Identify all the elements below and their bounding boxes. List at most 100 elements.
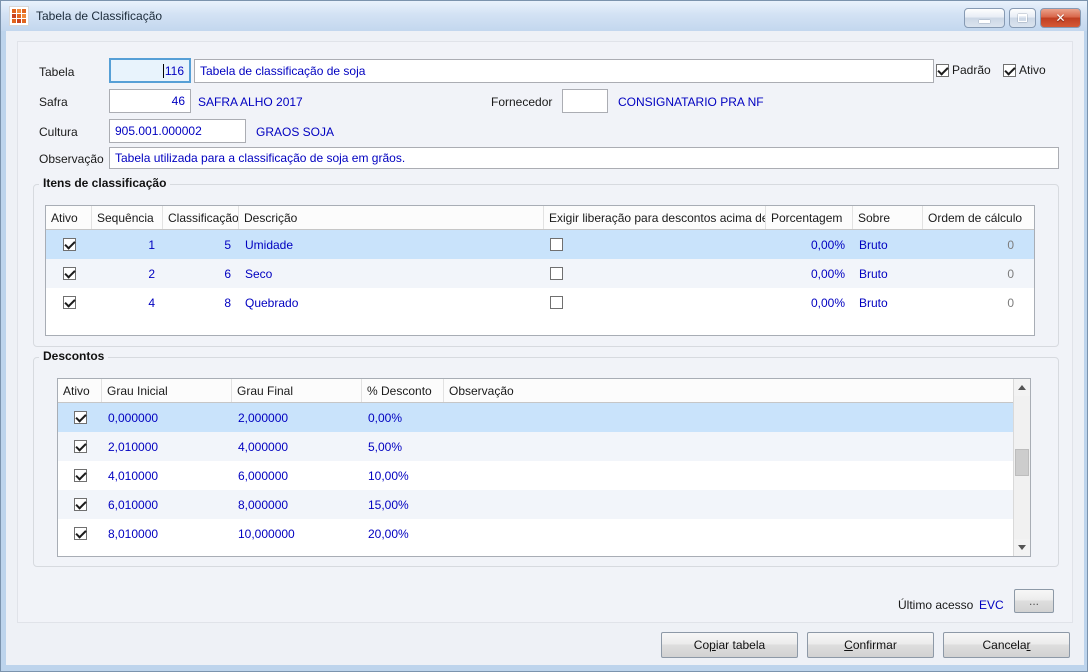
cell-desconto: 10,00% bbox=[368, 468, 409, 483]
padrao-checkbox-row: Padrão bbox=[936, 63, 991, 77]
col-descricao[interactable]: Descrição bbox=[239, 206, 544, 229]
col-porcentagem[interactable]: Porcentagem bbox=[766, 206, 853, 229]
cell-grau-inicial: 8,010000 bbox=[108, 526, 159, 541]
cultura-code-input[interactable]: 905.001.000002 bbox=[109, 119, 246, 143]
close-icon: ✕ bbox=[1055, 11, 1066, 25]
cell-descricao: Quebrado bbox=[245, 295, 299, 310]
ativo-checkbox[interactable] bbox=[73, 498, 87, 511]
cell-ordem: 0 bbox=[1007, 295, 1014, 310]
safra-description: SAFRA ALHO 2017 bbox=[198, 95, 303, 109]
cell-sobre: Bruto bbox=[859, 237, 888, 252]
col-classificacao[interactable]: Classificação bbox=[163, 206, 239, 229]
cell-porcentagem: 0,00% bbox=[810, 237, 845, 252]
observacao-label: Observação bbox=[39, 152, 104, 166]
chevron-down-icon bbox=[1018, 545, 1026, 550]
ultimo-acesso-label: Último acesso bbox=[898, 598, 974, 612]
fornecedor-description: CONSIGNATARIO PRA NF bbox=[618, 95, 764, 109]
more-button[interactable]: ... bbox=[1014, 589, 1054, 613]
maximize-button[interactable] bbox=[1009, 8, 1036, 28]
col-ativo[interactable]: Ativo bbox=[58, 379, 102, 402]
ativo-checkbox[interactable] bbox=[73, 411, 87, 424]
scrollbar-thumb[interactable] bbox=[1015, 449, 1029, 476]
confirmar-button[interactable]: Confirmar bbox=[807, 632, 934, 658]
table-row[interactable]: 4,010000 6,000000 10,00% bbox=[58, 461, 1013, 490]
cultura-label: Cultura bbox=[39, 125, 78, 139]
vertical-scrollbar[interactable] bbox=[1013, 379, 1030, 556]
table-row[interactable]: 2,010000 4,000000 5,00% bbox=[58, 432, 1013, 461]
scroll-up-button[interactable] bbox=[1014, 379, 1030, 396]
col-ativo[interactable]: Ativo bbox=[46, 206, 92, 229]
col-sequencia[interactable]: Sequência bbox=[92, 206, 163, 229]
exigir-checkbox[interactable] bbox=[550, 296, 563, 309]
table-row[interactable]: 0,000000 2,000000 0,00% bbox=[58, 403, 1013, 432]
cell-desconto: 0,00% bbox=[368, 410, 403, 425]
exigir-checkbox[interactable] bbox=[550, 238, 563, 251]
col-desconto[interactable]: % Desconto bbox=[362, 379, 444, 402]
padrao-label: Padrão bbox=[952, 63, 991, 77]
ativo-checkbox[interactable] bbox=[62, 238, 76, 251]
col-ordem[interactable]: Ordem de cálculo bbox=[923, 206, 1034, 229]
fornecedor-code-input[interactable] bbox=[562, 89, 608, 113]
chevron-up-icon bbox=[1018, 385, 1026, 390]
descontos-table: Ativo Grau Inicial Grau Final % Desconto… bbox=[57, 378, 1031, 557]
table-row[interactable]: 2 6 Seco 0,00% Bruto 0 bbox=[46, 259, 1034, 288]
col-observacao[interactable]: Observação bbox=[444, 379, 1013, 402]
cell-classificacao: 5 bbox=[224, 237, 231, 252]
text-caret bbox=[162, 63, 164, 78]
cell-classificacao: 6 bbox=[224, 266, 231, 281]
cell-desconto: 15,00% bbox=[368, 497, 409, 512]
tabela-code-input[interactable]: 116 bbox=[109, 58, 191, 83]
cell-grau-final: 8,000000 bbox=[238, 497, 289, 512]
cell-classificacao: 8 bbox=[224, 295, 231, 310]
cell-porcentagem: 0,00% bbox=[810, 295, 845, 310]
cell-sobre: Bruto bbox=[859, 295, 888, 310]
safra-label: Safra bbox=[39, 95, 68, 109]
cell-desconto: 20,00% bbox=[368, 526, 409, 541]
exigir-checkbox[interactable] bbox=[550, 267, 563, 280]
cultura-description: GRAOS SOJA bbox=[256, 125, 335, 139]
cell-ordem: 0 bbox=[1007, 237, 1014, 252]
table-row[interactable]: 6,010000 8,000000 15,00% bbox=[58, 490, 1013, 519]
close-button[interactable]: ✕ bbox=[1040, 8, 1081, 28]
scroll-down-button[interactable] bbox=[1014, 539, 1030, 556]
ativo-checkbox-row: Ativo bbox=[1003, 63, 1046, 77]
window-title: Tabela de Classificação bbox=[36, 9, 163, 23]
cancelar-button[interactable]: Cancelar bbox=[943, 632, 1070, 658]
descontos-table-header: Ativo Grau Inicial Grau Final % Desconto… bbox=[58, 379, 1013, 403]
cell-grau-inicial: 6,010000 bbox=[108, 497, 159, 512]
cell-sequencia: 2 bbox=[148, 266, 155, 281]
col-grau-final[interactable]: Grau Final bbox=[232, 379, 362, 402]
ativo-checkbox[interactable] bbox=[1003, 63, 1016, 77]
observacao-input[interactable]: Tabela utilizada para a classificação de… bbox=[109, 147, 1059, 169]
cell-grau-final: 6,000000 bbox=[238, 468, 289, 483]
table-row[interactable]: 1 5 Umidade 0,00% Bruto 0 bbox=[46, 230, 1034, 259]
table-row[interactable]: 8,010000 10,000000 20,00% bbox=[58, 519, 1013, 548]
cell-grau-final: 2,000000 bbox=[238, 410, 289, 425]
dialog-window: Tabela de Classificação ✕ Tabela 116 Tab… bbox=[0, 0, 1088, 672]
minimize-button[interactable] bbox=[964, 8, 1005, 28]
cell-sobre: Bruto bbox=[859, 266, 888, 281]
cell-descricao: Umidade bbox=[245, 237, 294, 252]
copiar-tabela-button[interactable]: Copiar tabela bbox=[661, 632, 798, 658]
col-exigir[interactable]: Exigir liberação para descontos acima de bbox=[544, 206, 766, 229]
col-sobre[interactable]: Sobre bbox=[853, 206, 923, 229]
cell-grau-inicial: 2,010000 bbox=[108, 439, 159, 454]
ativo-checkbox[interactable] bbox=[62, 296, 76, 309]
ativo-checkbox[interactable] bbox=[73, 440, 87, 453]
ativo-checkbox[interactable] bbox=[73, 469, 87, 482]
title-bar[interactable]: Tabela de Classificação ✕ bbox=[1, 1, 1087, 31]
col-grau-inicial[interactable]: Grau Inicial bbox=[102, 379, 232, 402]
safra-code-input[interactable]: 46 bbox=[109, 89, 191, 113]
ultimo-acesso-value: EVC bbox=[979, 598, 1004, 612]
tabela-description-input[interactable]: Tabela de classificação de soja bbox=[194, 59, 934, 83]
itens-table-header: Ativo Sequência Classificação Descrição … bbox=[46, 206, 1034, 230]
descontos-group-title: Descontos bbox=[39, 349, 109, 363]
itens-group-title: Itens de classificação bbox=[39, 176, 171, 190]
padrao-checkbox[interactable] bbox=[936, 63, 949, 77]
minimize-icon bbox=[979, 20, 990, 23]
ativo-checkbox[interactable] bbox=[73, 527, 87, 540]
ativo-checkbox[interactable] bbox=[62, 267, 76, 280]
itens-table: Ativo Sequência Classificação Descrição … bbox=[45, 205, 1035, 336]
table-row[interactable]: 4 8 Quebrado 0,00% Bruto 0 bbox=[46, 288, 1034, 317]
cell-desconto: 5,00% bbox=[368, 439, 403, 454]
